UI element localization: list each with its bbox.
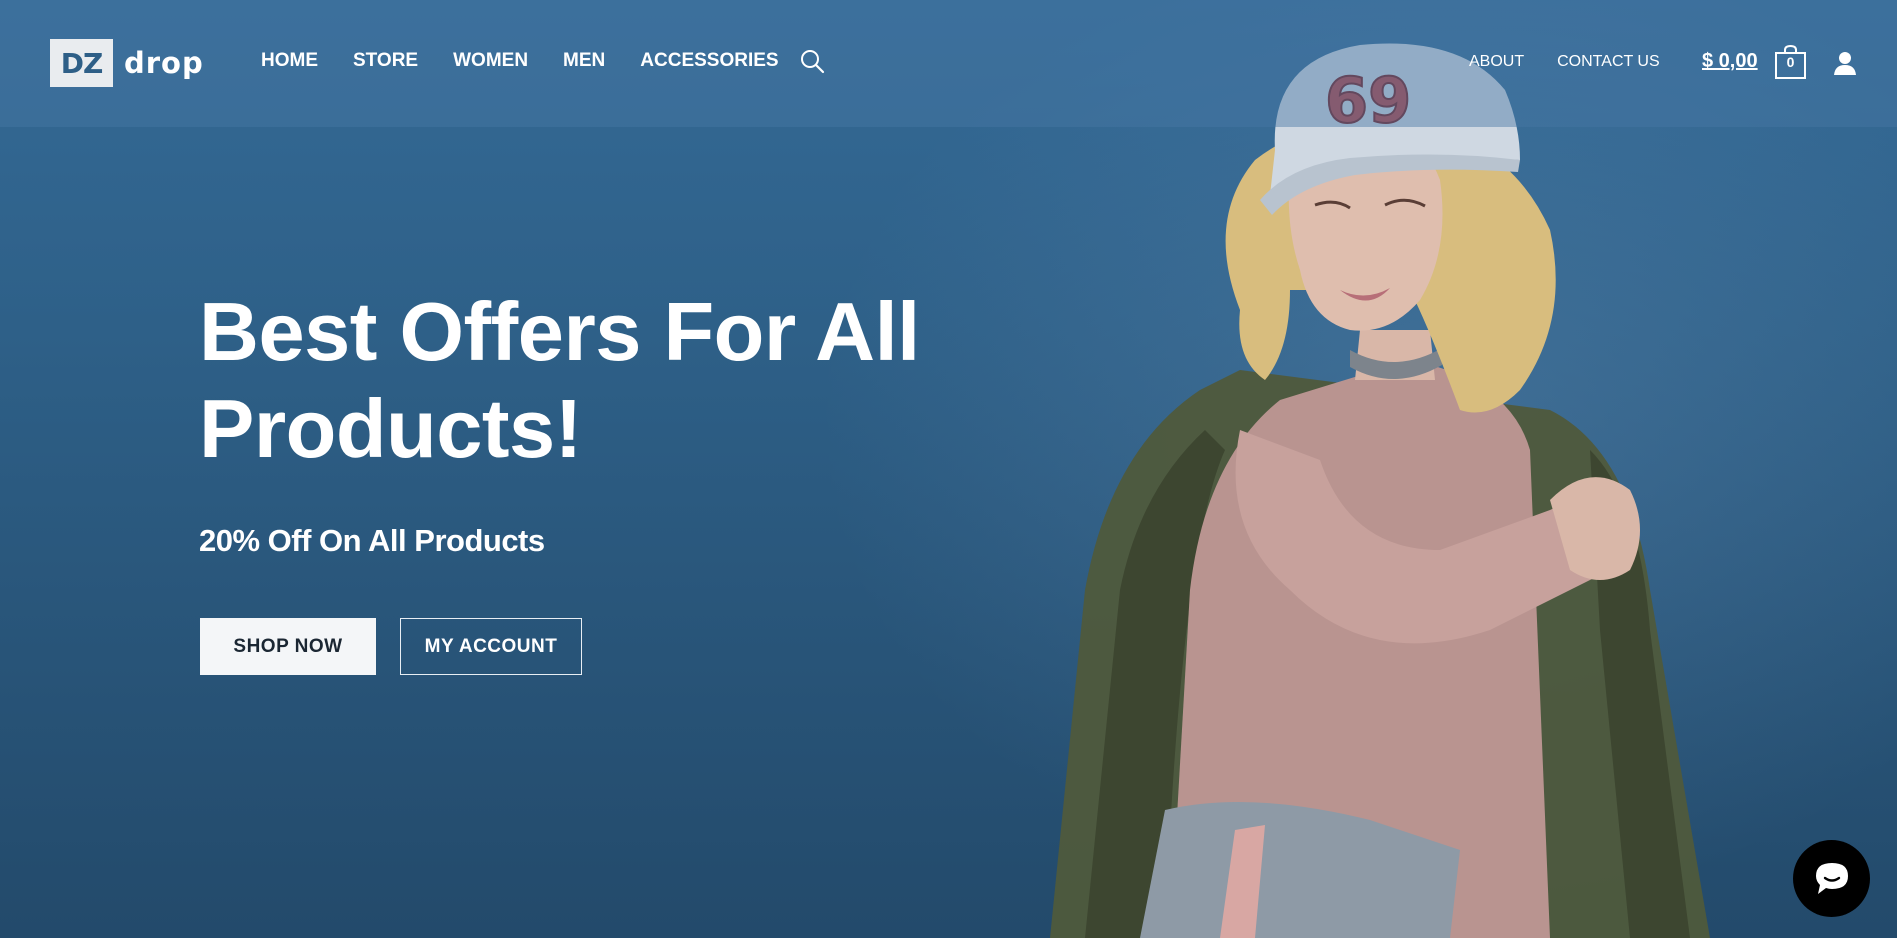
nav-item-about[interactable]: ABOUT [1469,53,1524,71]
site-logo[interactable]: DZ drop [50,38,204,88]
chat-bubble-icon [1815,862,1848,894]
nav-item-accessories[interactable]: ACCESSORIES [640,50,778,72]
nav-item-women[interactable]: WOMEN [453,50,528,72]
hero-subtitle: 20% Off On All Products [199,523,545,558]
logo-text: drop [124,46,204,80]
cart-count-badge: 0 [1786,54,1795,70]
hero-model-image: 69 [1050,43,1710,938]
page: 69 DZ drop HOME STORE WOMEN MEN ACCESSOR… [0,0,1897,938]
search-icon[interactable] [799,48,825,74]
site-header: DZ drop HOME STORE WOMEN MEN ACCESSORIES… [0,0,1897,127]
main-nav: HOME STORE WOMEN MEN ACCESSORIES [261,48,825,74]
nav-item-store[interactable]: STORE [353,50,418,72]
secondary-nav: ABOUT CONTACT US [1469,53,1693,71]
shop-now-button[interactable]: SHOP NOW [200,618,376,675]
chat-button[interactable] [1793,840,1870,917]
hero-title: Best Offers For All Products! [199,285,920,475]
logo-box: DZ [50,39,113,87]
nav-item-men[interactable]: MEN [563,50,605,72]
cart-button[interactable]: 0 [1774,44,1807,80]
cart-total[interactable]: $ 0,00 [1702,50,1758,73]
nav-item-contact-us[interactable]: CONTACT US [1557,53,1660,71]
nav-item-home[interactable]: HOME [261,50,318,72]
user-icon[interactable] [1833,50,1857,76]
my-account-button[interactable]: MY ACCOUNT [400,618,582,675]
